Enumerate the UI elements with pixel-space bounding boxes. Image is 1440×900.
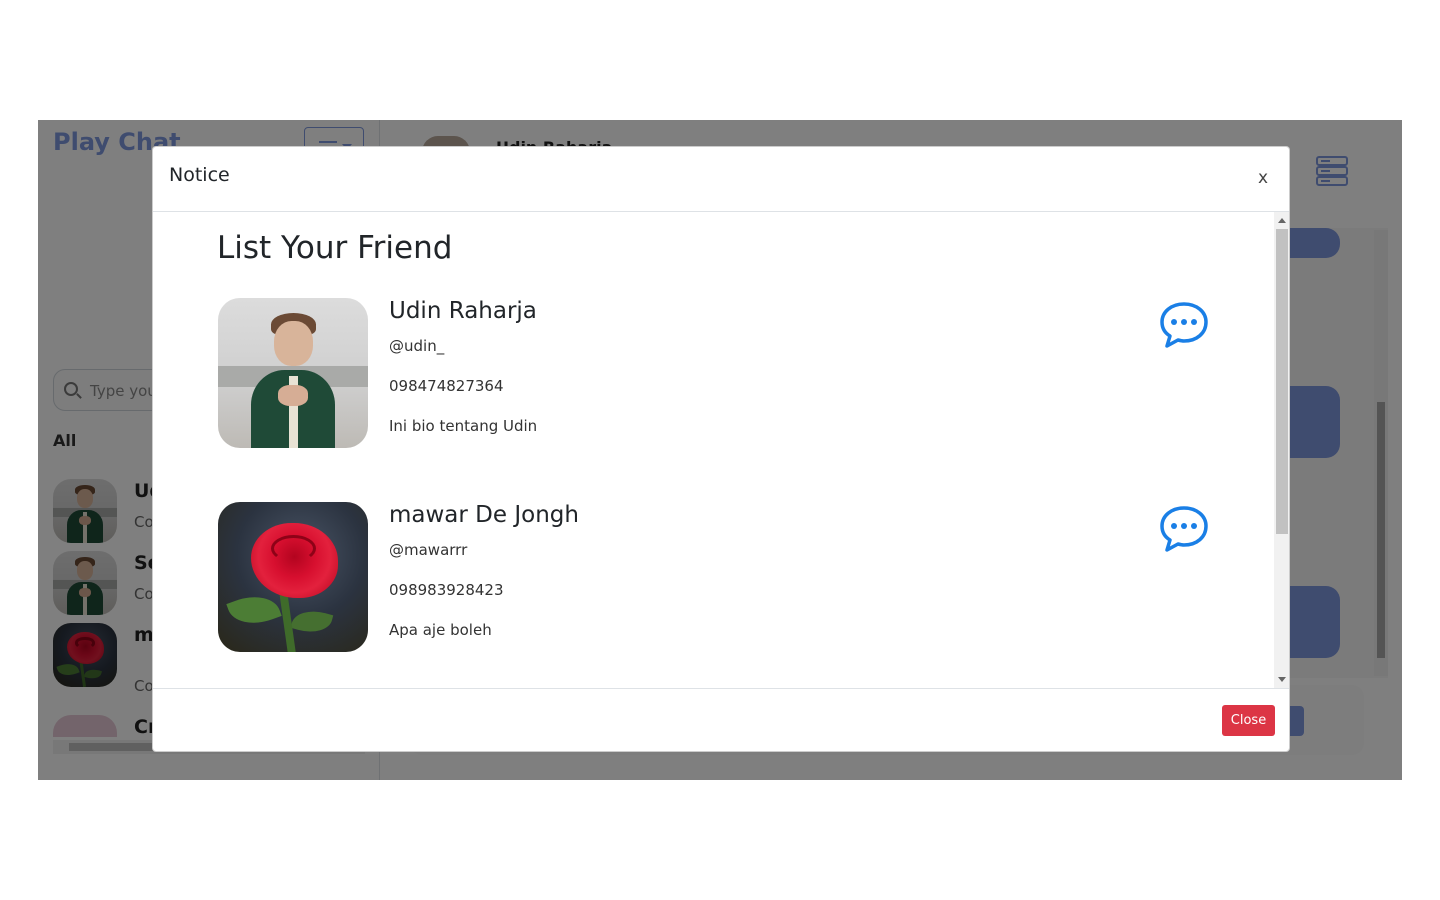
friend-bio: Ini bio tentang Udin	[389, 417, 538, 435]
scrollbar-thumb[interactable]	[1276, 229, 1288, 534]
modal-scrollbar[interactable]	[1274, 212, 1289, 688]
chat-bubble-dots-icon	[1160, 506, 1208, 552]
friend-bio: Apa aje boleh	[389, 621, 492, 639]
start-chat-button[interactable]	[1158, 300, 1210, 350]
friend-username: @mawarrr	[389, 541, 468, 559]
friend-photo	[218, 502, 368, 652]
friend-name: mawar De Jongh	[389, 502, 579, 528]
modal-footer: Close	[153, 688, 1289, 751]
notice-modal: Notice x List Your Friend Udin Raharja @…	[152, 146, 1290, 752]
friend-list-heading: List Your Friend	[217, 230, 453, 266]
modal-header: Notice x	[153, 147, 1289, 212]
scroll-down-arrow-icon[interactable]	[1278, 677, 1286, 682]
friend-name: Udin Raharja	[389, 298, 537, 324]
start-chat-button[interactable]	[1158, 504, 1210, 554]
friend-card: Udin Raharja @udin_ 098474827364 Ini bio…	[218, 298, 1218, 448]
friend-card: mawar De Jongh @mawarrr 098983928423 Apa…	[218, 502, 1218, 652]
modal-title: Notice	[169, 164, 230, 186]
chat-bubble-dots-icon	[1160, 302, 1208, 348]
scroll-up-arrow-icon[interactable]	[1278, 218, 1286, 223]
friend-username: @udin_	[389, 337, 445, 355]
friend-phone: 098983928423	[389, 581, 504, 599]
close-button[interactable]: Close	[1222, 705, 1275, 736]
friend-phone: 098474827364	[389, 377, 504, 395]
friend-photo	[218, 298, 368, 448]
modal-close-x-button[interactable]: x	[1253, 166, 1273, 190]
modal-body: List Your Friend Udin Raharja @udin_ 098…	[153, 212, 1289, 688]
